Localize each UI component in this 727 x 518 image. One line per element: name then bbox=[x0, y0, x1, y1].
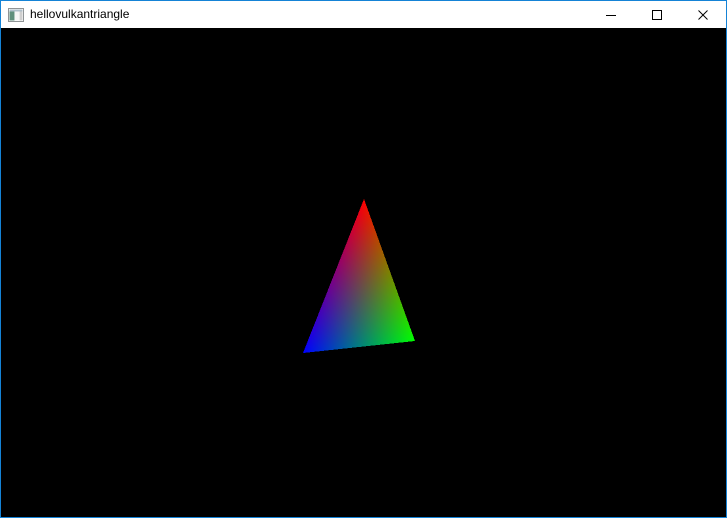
close-button[interactable] bbox=[680, 1, 726, 28]
triangle-green-layer bbox=[303, 199, 415, 353]
window-controls bbox=[588, 1, 726, 28]
window-title: hellovulkantriangle bbox=[30, 1, 129, 28]
maximize-icon bbox=[652, 10, 662, 20]
gradient-triangle bbox=[1, 28, 726, 517]
minimize-icon bbox=[606, 10, 616, 20]
minimize-button[interactable] bbox=[588, 1, 634, 28]
vulkan-viewport bbox=[1, 28, 726, 517]
close-icon bbox=[698, 10, 708, 20]
app-icon bbox=[8, 7, 24, 23]
maximize-button[interactable] bbox=[634, 1, 680, 28]
titlebar[interactable]: hellovulkantriangle bbox=[1, 1, 726, 28]
app-window: hellovulkantriangle bbox=[0, 0, 727, 518]
